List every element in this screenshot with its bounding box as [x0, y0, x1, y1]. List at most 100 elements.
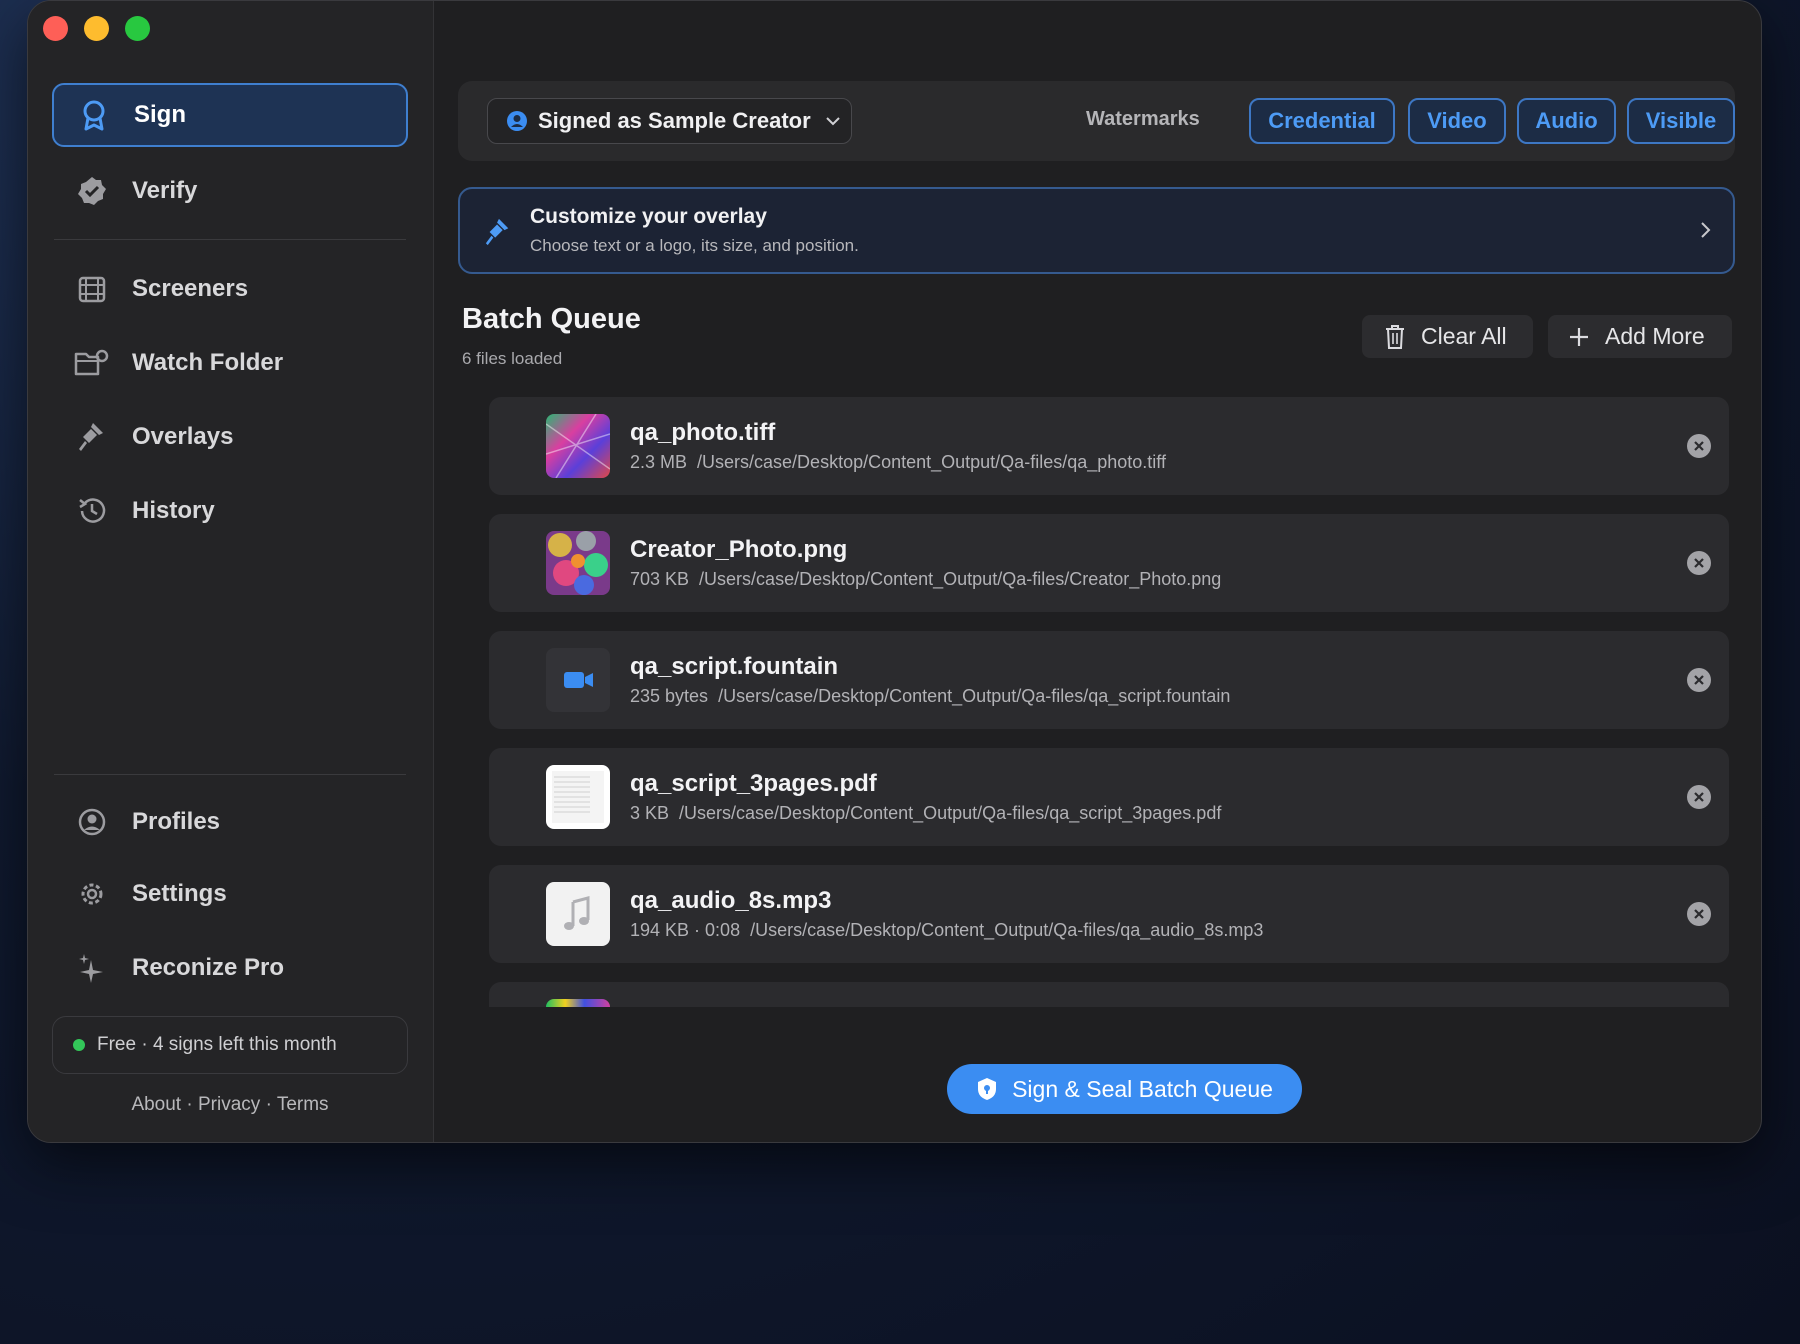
file-name: qa_script.fountain: [630, 653, 839, 680]
footer-separator: ·: [186, 1094, 193, 1115]
sidebar-divider: [54, 239, 406, 240]
file-thumbnail: [546, 531, 610, 595]
file-row[interactable]: [489, 982, 1729, 1007]
film-icon: [72, 269, 112, 309]
close-icon: [1694, 909, 1704, 919]
privacy-link[interactable]: Privacy: [198, 1094, 260, 1115]
sign-seal-batch-button[interactable]: Sign & Seal Batch Queue: [947, 1064, 1302, 1114]
stamp-icon: [484, 217, 512, 247]
terms-link[interactable]: Terms: [277, 1094, 329, 1115]
sidebar-item-label: Verify: [132, 177, 198, 204]
file-name: Creator_Photo.png: [630, 536, 848, 563]
overlay-card-subtitle: Choose text or a logo, its size, and pos…: [530, 236, 859, 255]
sidebar-item-label: Profiles: [132, 808, 221, 835]
file-thumbnail: [546, 999, 610, 1007]
verified-badge-icon: [72, 171, 112, 211]
file-thumbnail: [546, 765, 610, 829]
about-link[interactable]: About: [131, 1094, 181, 1115]
file-meta: 703 KB/Users/case/Desktop/Content_Output…: [630, 569, 1221, 590]
overlay-card-title: Customize your overlay: [530, 205, 767, 228]
file-path: /Users/case/Desktop/Content_Output/Qa-fi…: [718, 686, 1231, 706]
add-more-button[interactable]: Add More: [1548, 315, 1732, 358]
file-size: 2.3 MB: [630, 452, 688, 472]
close-icon: [1694, 441, 1704, 451]
trash-icon: [1384, 324, 1406, 350]
chevron-right-icon: [1699, 221, 1711, 239]
remove-file-button[interactable]: [1687, 785, 1711, 809]
file-row[interactable]: Creator_Photo.png 703 KB/Users/case/Desk…: [489, 514, 1729, 612]
watermark-audio-toggle[interactable]: Audio: [1517, 98, 1616, 144]
sparkle-icon: [72, 948, 112, 988]
clear-all-button[interactable]: Clear All: [1362, 315, 1533, 358]
watermark-visible-toggle[interactable]: Visible: [1627, 98, 1735, 144]
sidebar-item-label: Settings: [132, 880, 227, 907]
watermark-video-toggle[interactable]: Video: [1408, 98, 1506, 144]
file-size: 235 bytes: [630, 686, 709, 706]
file-row[interactable]: qa_script.fountain 235 bytes/Users/case/…: [489, 631, 1729, 729]
clear-all-label: Clear All: [1421, 323, 1507, 349]
customize-overlay-card[interactable]: Customize your overlay Choose text or a …: [458, 187, 1735, 274]
plan-status-text: Free · 4 signs left this month: [97, 1034, 337, 1055]
sidebar-item-label: Screeners: [132, 275, 249, 302]
sidebar: Sign Verify Screeners Watch Folder Overl…: [28, 1, 434, 1142]
sidebar-item-profiles[interactable]: Profiles: [52, 790, 408, 854]
file-size: 703 KB: [630, 569, 690, 589]
remove-file-button[interactable]: [1687, 434, 1711, 458]
file-path: /Users/case/Desktop/Content_Output/Qa-fi…: [697, 452, 1166, 472]
file-meta: 2.3 MB/Users/case/Desktop/Content_Output…: [630, 452, 1166, 473]
watermark-credential-toggle[interactable]: Credential: [1249, 98, 1395, 144]
sidebar-item-screeners[interactable]: Screeners: [52, 257, 408, 321]
file-name: qa_script_3pages.pdf: [630, 770, 877, 797]
desktop-background: Sign Verify Screeners Watch Folder Overl…: [0, 0, 1800, 1344]
stamp-icon: [72, 417, 112, 457]
file-row[interactable]: qa_audio_8s.mp3 194 KB · 0:08/Users/case…: [489, 865, 1729, 963]
sidebar-item-history[interactable]: History: [52, 479, 408, 543]
zoom-window-button[interactable]: [125, 16, 150, 41]
file-path: /Users/case/Desktop/Content_Output/Qa-fi…: [750, 920, 1264, 940]
video-camera-icon: [546, 648, 610, 712]
remove-file-button[interactable]: [1687, 902, 1711, 926]
plus-icon: [1568, 326, 1590, 348]
minimize-window-button[interactable]: [84, 16, 109, 41]
toolbar: Signed as Sample Creator Watermarks Cred…: [458, 81, 1735, 161]
music-note-icon: [546, 882, 610, 946]
file-size: 194 KB · 0:08: [630, 920, 741, 940]
remove-file-button[interactable]: [1687, 551, 1711, 575]
close-icon: [1694, 792, 1704, 802]
folder-gear-icon: [72, 343, 112, 383]
sidebar-item-verify[interactable]: Verify: [52, 159, 408, 223]
sidebar-item-watch-folder[interactable]: Watch Folder: [52, 331, 408, 395]
plan-status-badge[interactable]: Free · 4 signs left this month: [52, 1016, 408, 1074]
gear-icon: [72, 874, 112, 914]
remove-file-button[interactable]: [1687, 668, 1711, 692]
file-thumbnail: [546, 414, 610, 478]
sidebar-item-label: Watch Folder: [132, 349, 284, 376]
close-window-button[interactable]: [43, 16, 68, 41]
add-more-label: Add More: [1605, 323, 1705, 349]
footer-links: About · Privacy · Terms: [52, 1094, 408, 1116]
signed-as-label: Signed as Sample Creator: [538, 108, 811, 133]
window-controls: [43, 16, 150, 41]
file-meta: 194 KB · 0:08/Users/case/Desktop/Content…: [630, 920, 1263, 941]
user-circle-icon: [72, 802, 112, 842]
chevron-down-icon: [825, 115, 841, 127]
file-row[interactable]: qa_photo.tiff 2.3 MB/Users/case/Desktop/…: [489, 397, 1729, 495]
file-path: /Users/case/Desktop/Content_Output/Qa-fi…: [679, 803, 1222, 823]
batch-file-list: qa_photo.tiff 2.3 MB/Users/case/Desktop/…: [458, 397, 1738, 1007]
batch-queue-title: Batch Queue: [462, 303, 641, 335]
sidebar-item-reconize-pro[interactable]: Reconize Pro: [52, 936, 408, 1000]
sidebar-item-label: Reconize Pro: [132, 954, 285, 981]
file-row[interactable]: qa_script_3pages.pdf 3 KB/Users/case/Des…: [489, 748, 1729, 846]
file-path: /Users/case/Desktop/Content_Output/Qa-fi…: [699, 569, 1222, 589]
user-icon: [506, 110, 528, 132]
history-icon: [72, 491, 112, 531]
file-name: qa_audio_8s.mp3: [630, 887, 832, 914]
sidebar-item-settings[interactable]: Settings: [52, 862, 408, 926]
status-dot: [73, 1039, 85, 1051]
profile-selector[interactable]: Signed as Sample Creator: [487, 98, 852, 144]
watermarks-label: Watermarks: [1086, 108, 1200, 130]
close-icon: [1694, 675, 1704, 685]
shield-icon: [976, 1077, 998, 1101]
sidebar-item-sign[interactable]: Sign: [52, 83, 408, 147]
sidebar-item-overlays[interactable]: Overlays: [52, 405, 408, 469]
